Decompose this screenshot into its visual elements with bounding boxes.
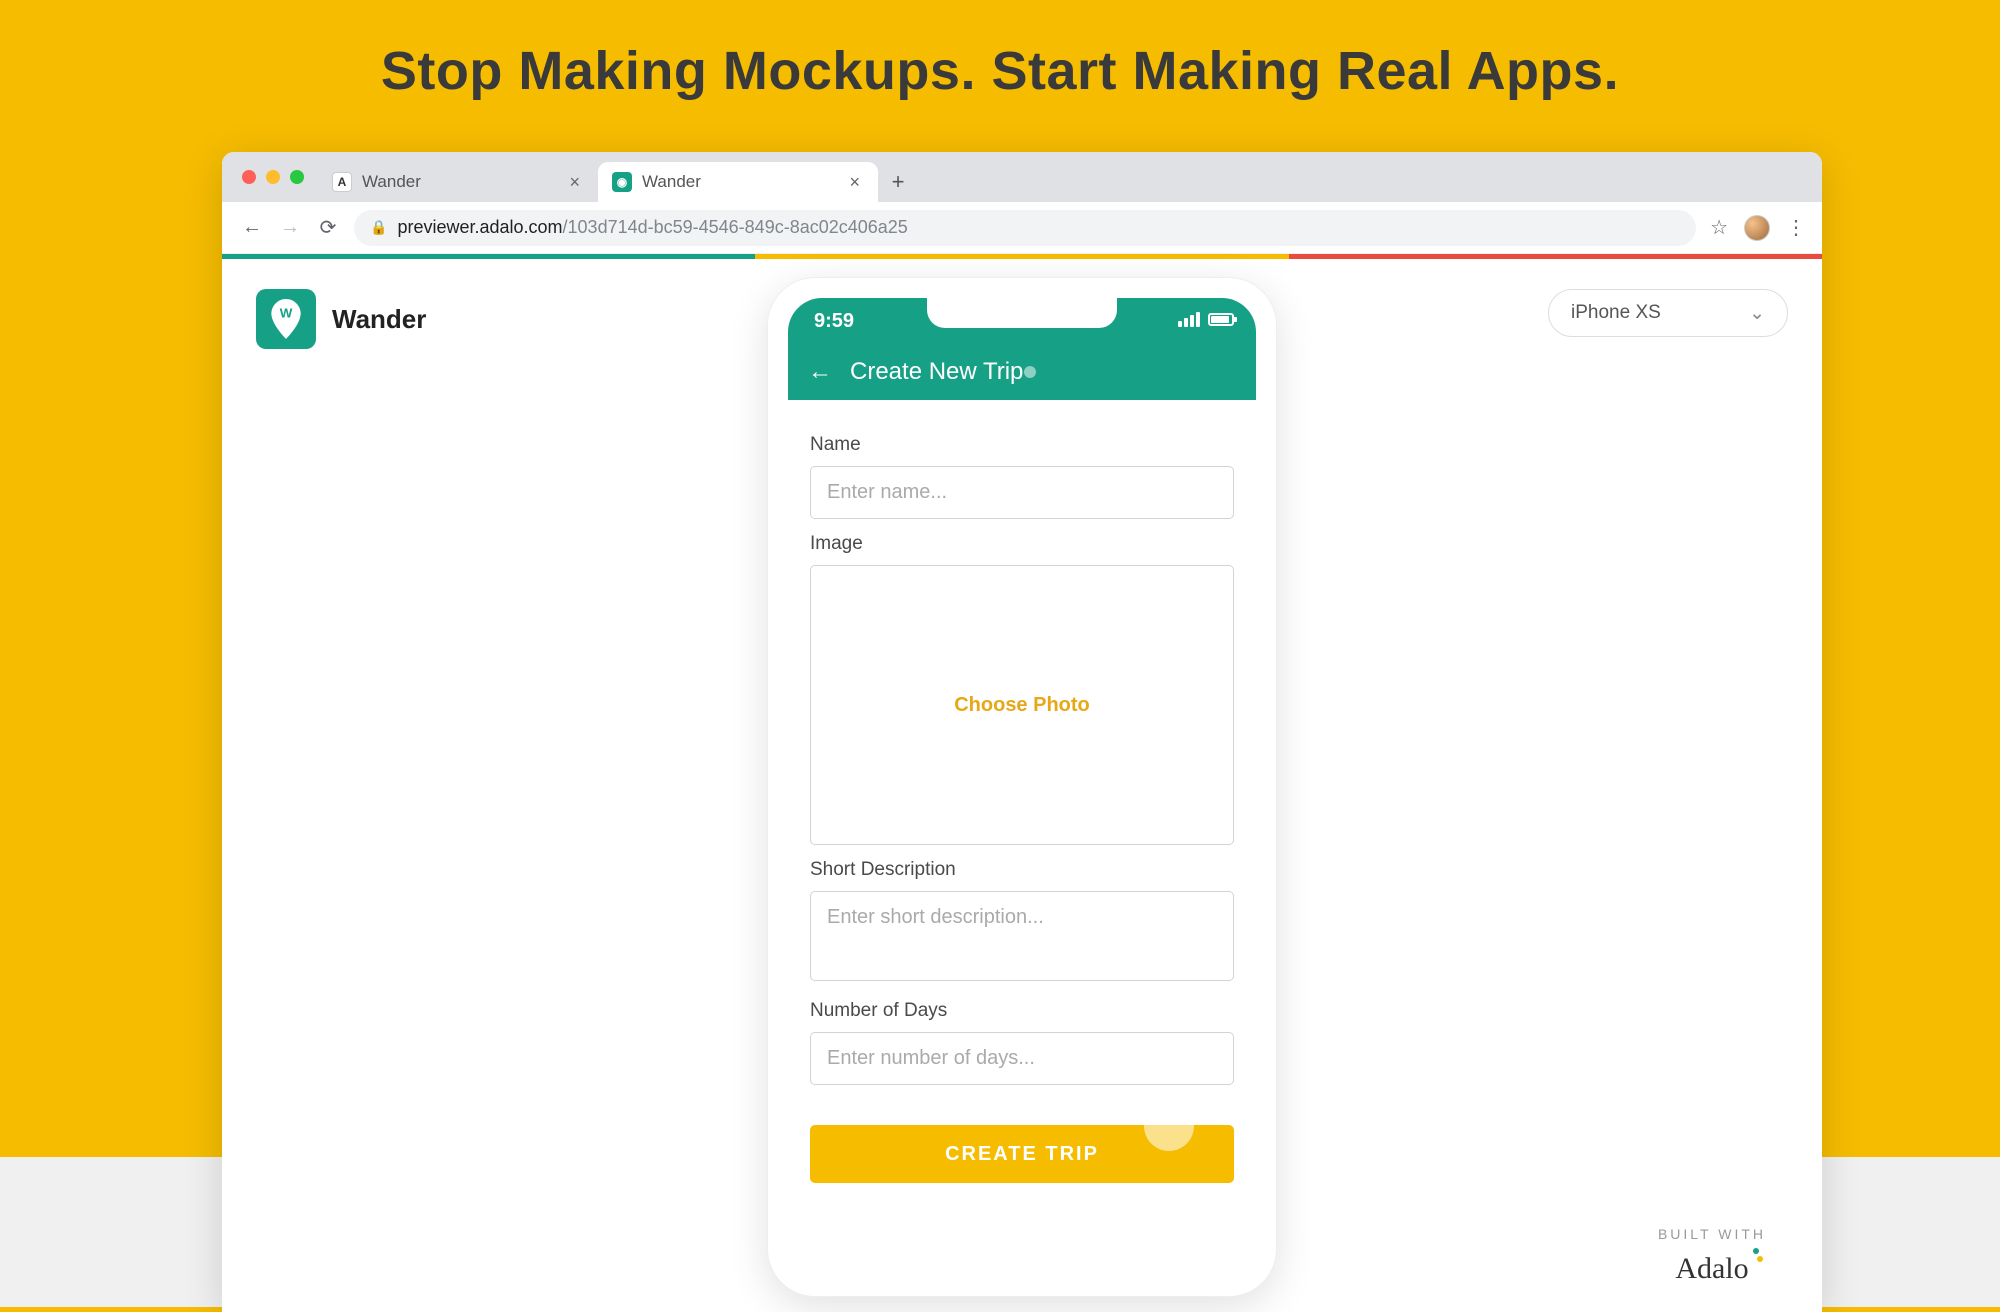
status-bar: 9:59 <box>788 298 1256 344</box>
device-notch <box>927 298 1117 328</box>
close-tab-icon[interactable]: × <box>565 171 584 193</box>
image-label: Image <box>810 533 1234 555</box>
minimize-window-icon[interactable] <box>266 170 280 184</box>
signal-icon <box>1178 312 1200 327</box>
url-path: /103d714d-bc59-4546-849c-8ac02c406a25 <box>563 217 908 237</box>
close-window-icon[interactable] <box>242 170 256 184</box>
back-arrow-icon[interactable]: ← <box>808 360 832 384</box>
nav-back-icon[interactable]: ← <box>240 216 264 239</box>
previewer-content: W Wander iPhone XS ⌄ 9:59 <box>222 259 1822 1312</box>
tab-title: Wander <box>362 172 555 192</box>
browser-toolbar: ← → ⟳ 🔒 previewer.adalo.com/103d714d-bc5… <box>222 202 1822 254</box>
page-headline: Stop Making Mockups. Start Making Real A… <box>0 40 2000 102</box>
address-bar[interactable]: 🔒 previewer.adalo.com/103d714d-bc59-4546… <box>354 210 1696 246</box>
choose-photo-button[interactable]: Choose Photo <box>810 565 1234 845</box>
app-logo: W <box>256 289 316 349</box>
short-description-label: Short Description <box>810 859 1234 881</box>
window-traffic-lights <box>236 152 318 202</box>
create-trip-form: Name Image Choose Photo Short Descriptio… <box>788 400 1256 1276</box>
device-selector[interactable]: iPhone XS ⌄ <box>1548 289 1788 337</box>
app-header: W Wander <box>256 289 426 349</box>
screen-title: Create New Trip <box>850 358 1023 386</box>
status-time: 9:59 <box>814 310 854 333</box>
lock-icon: 🔒 <box>370 219 387 236</box>
choose-photo-label: Choose Photo <box>954 694 1090 717</box>
new-tab-button[interactable]: + <box>878 162 918 202</box>
browser-tab[interactable]: A Wander × <box>318 162 598 202</box>
bookmark-star-icon[interactable]: ☆ <box>1710 215 1728 240</box>
adalo-logo[interactable]: Adalo <box>1675 1252 1748 1286</box>
app-name: Wander <box>332 304 426 335</box>
profile-avatar[interactable] <box>1744 215 1770 241</box>
tab-title: Wander <box>642 172 835 192</box>
tab-favicon: A <box>332 172 352 192</box>
device-frame: 9:59 ← Create New Trip Name Image <box>767 277 1277 1297</box>
days-input[interactable] <box>810 1032 1234 1085</box>
short-description-input[interactable] <box>810 891 1234 981</box>
svg-text:W: W <box>280 306 293 321</box>
name-label: Name <box>810 434 1234 456</box>
browser-menu-icon[interactable]: ⋮ <box>1786 215 1804 240</box>
create-trip-button-label: CREATE TRIP <box>945 1143 1099 1165</box>
app-bar: ← Create New Trip <box>788 344 1256 400</box>
tap-indicator <box>1144 1101 1194 1151</box>
map-pin-icon: W <box>269 299 303 339</box>
status-icons <box>1178 312 1234 327</box>
days-label: Number of Days <box>810 1000 1234 1022</box>
device-selected-label: iPhone XS <box>1571 302 1661 324</box>
nav-reload-icon[interactable]: ⟳ <box>316 215 340 240</box>
name-input[interactable] <box>810 466 1234 519</box>
tab-favicon: ◉ <box>612 172 632 192</box>
nav-forward-icon: → <box>278 216 302 239</box>
device-screen: 9:59 ← Create New Trip Name Image <box>788 298 1256 1276</box>
fullscreen-window-icon[interactable] <box>290 170 304 184</box>
browser-tab-active[interactable]: ◉ Wander × <box>598 162 878 202</box>
browser-window: A Wander × ◉ Wander × + ← → ⟳ 🔒 previewe… <box>222 152 1822 1312</box>
toolbar-right: ☆ ⋮ <box>1710 215 1804 241</box>
built-with-label: BUILT WITH <box>1658 1226 1766 1242</box>
chevron-down-icon: ⌄ <box>1749 302 1765 325</box>
url-host: previewer.adalo.com <box>397 217 562 237</box>
built-with-badge: BUILT WITH Adalo <box>1658 1226 1766 1286</box>
browser-tabstrip: A Wander × ◉ Wander × + <box>222 152 1822 202</box>
tap-ripple <box>1024 366 1036 378</box>
create-trip-button[interactable]: CREATE TRIP <box>810 1125 1234 1183</box>
battery-icon <box>1208 313 1234 326</box>
close-tab-icon[interactable]: × <box>845 171 864 193</box>
